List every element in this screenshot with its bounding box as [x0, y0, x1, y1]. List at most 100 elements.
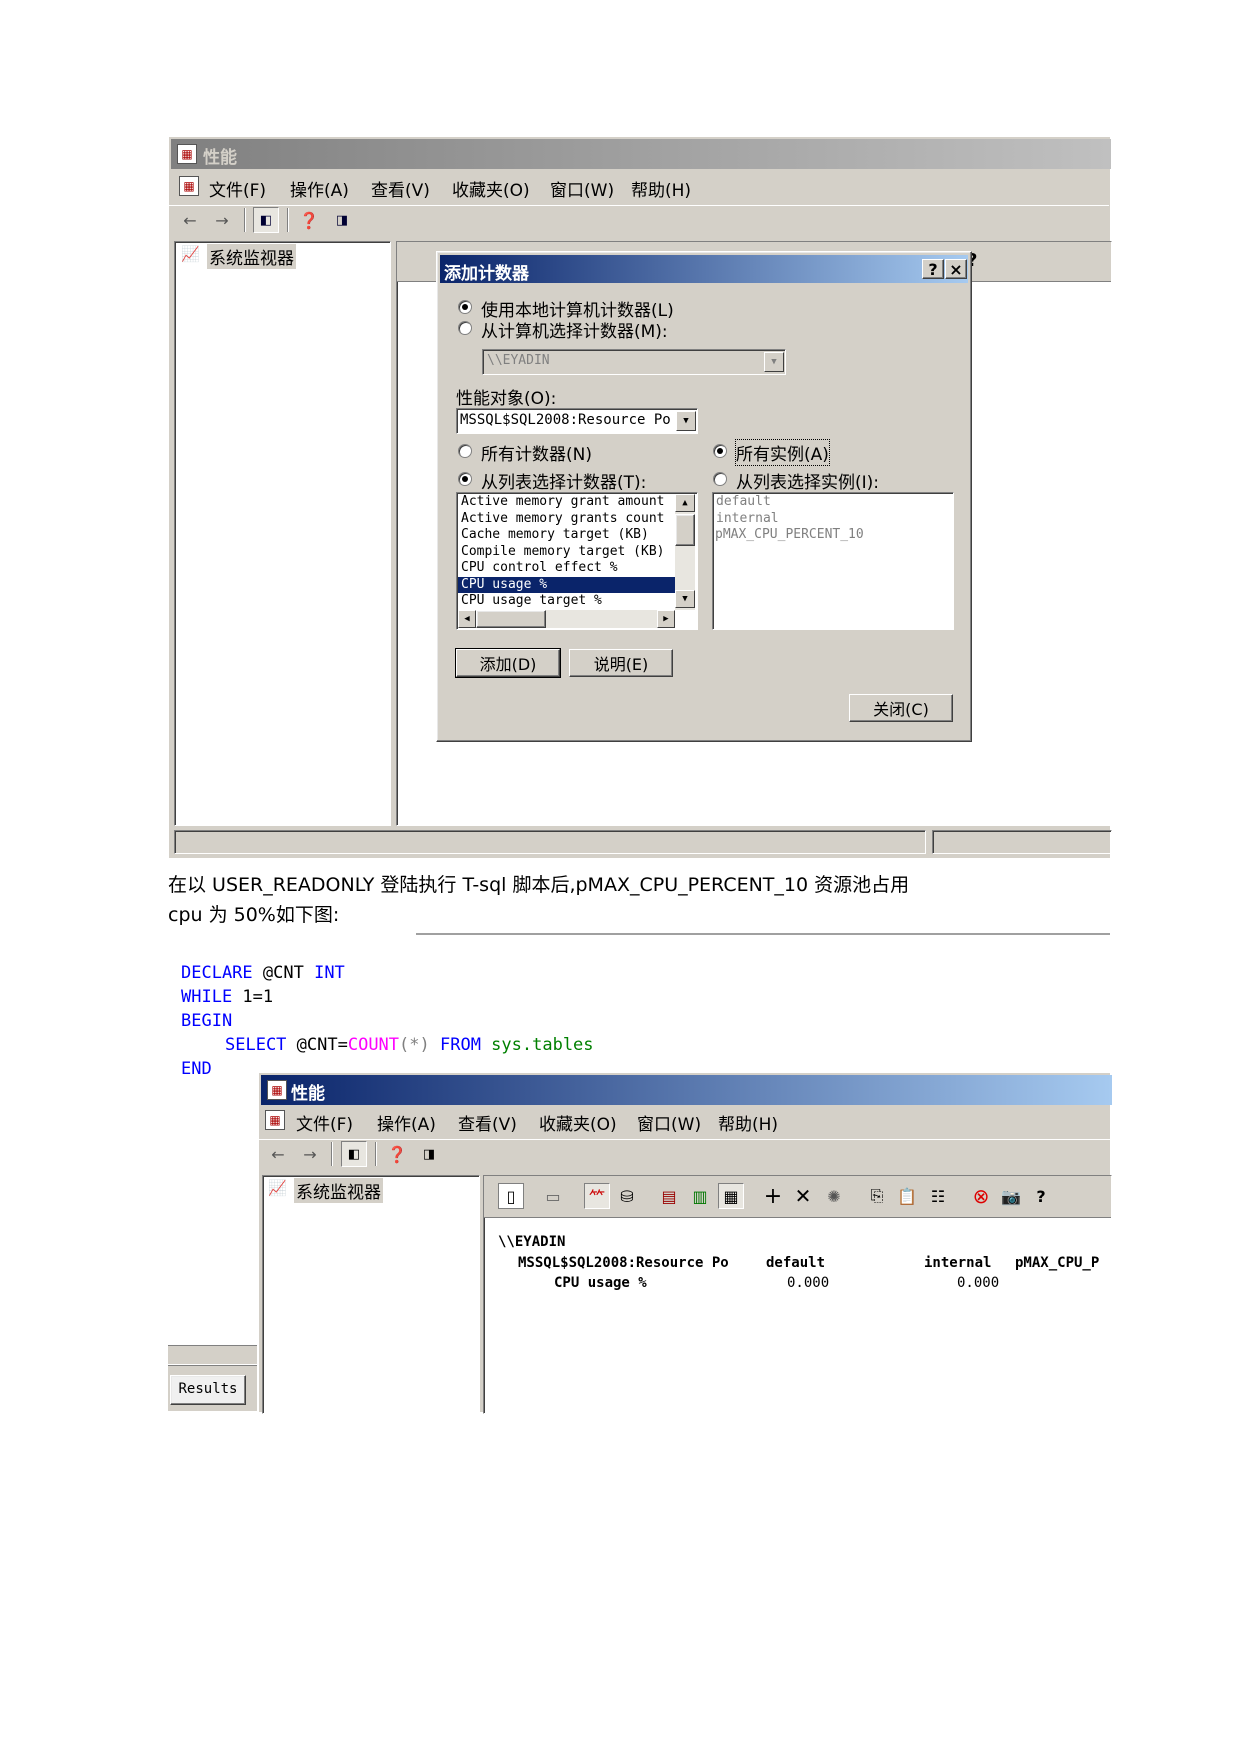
- show-tree-icon[interactable]: ◧: [341, 1141, 367, 1167]
- copy-properties-icon[interactable]: ⎘: [864, 1183, 890, 1209]
- radio-list-counters[interactable]: [458, 472, 472, 486]
- results-tab[interactable]: Results: [170, 1375, 246, 1405]
- help-topic-icon[interactable]: ❓: [384, 1141, 410, 1167]
- toolbar-separator: [244, 208, 246, 232]
- counter-item[interactable]: Compile memory target (KB): [458, 544, 675, 561]
- machine-combo[interactable]: \\EYADIN ▼: [482, 349, 786, 375]
- add-counter-icon[interactable]: +: [760, 1183, 786, 1209]
- menu-view[interactable]: 查看(V): [371, 176, 430, 201]
- dialog-help-button[interactable]: ?: [922, 259, 944, 279]
- scroll-left-icon[interactable]: ◀: [458, 610, 476, 628]
- bottom-tree-item-system-monitor[interactable]: 系统监视器: [294, 1178, 383, 1203]
- radio-all-counters[interactable]: [458, 444, 472, 458]
- counter-item[interactable]: Cache memory target (KB): [458, 527, 675, 544]
- scroll-right-icon[interactable]: ▶: [657, 610, 675, 628]
- back-arrow-icon[interactable]: ←: [265, 1141, 291, 1167]
- instance-item[interactable]: internal: [713, 511, 953, 528]
- report-counter: CPU usage %: [554, 1275, 647, 1291]
- scroll-down-icon[interactable]: ▼: [675, 590, 695, 608]
- view-report-icon[interactable]: ▦: [718, 1183, 744, 1209]
- delete-counter-icon[interactable]: ✕: [790, 1183, 816, 1209]
- sql-keyword: SELECT: [225, 1035, 287, 1055]
- menu-file[interactable]: 文件(F): [296, 1110, 353, 1135]
- close-button[interactable]: 关闭(C): [849, 694, 953, 722]
- highlight-icon[interactable]: ✺: [821, 1183, 847, 1209]
- view-current-activity-icon[interactable]: ⺮: [584, 1183, 610, 1209]
- menu-favorites[interactable]: 收藏夹(O): [539, 1110, 617, 1135]
- view-histogram-icon[interactable]: ▥: [687, 1183, 713, 1209]
- instance-item[interactable]: pMAX_CPU_PERCENT_10: [713, 527, 953, 544]
- instance-item[interactable]: default: [713, 494, 953, 511]
- menu-help[interactable]: 帮助(H): [631, 176, 691, 201]
- freeze-display-icon[interactable]: ⊗: [968, 1183, 994, 1209]
- radio-select-machine[interactable]: [458, 321, 472, 335]
- top-status-bar: [174, 830, 1112, 855]
- clear-display-icon[interactable]: ▭: [540, 1183, 566, 1209]
- perf-object-label: 性能对象(O):: [456, 389, 557, 409]
- counters-hscroll[interactable]: ◀ ▶: [458, 610, 675, 628]
- top-title-bar[interactable]: ▦ 性能: [171, 139, 1111, 169]
- bottom-title-bar[interactable]: ▦ 性能: [261, 1075, 1112, 1105]
- show-pane-icon[interactable]: ◨: [416, 1141, 442, 1167]
- report-col-default: default: [764, 1255, 826, 1271]
- sysmon-help-icon[interactable]: ?: [1028, 1183, 1054, 1209]
- forward-arrow-icon[interactable]: →: [209, 207, 235, 233]
- report-col-pmax: pMAX_CPU_P: [1015, 1255, 1100, 1271]
- counters-vscroll[interactable]: ▲ ▼: [675, 494, 695, 610]
- forward-arrow-icon[interactable]: →: [297, 1141, 323, 1167]
- instances-listbox[interactable]: default internal pMAX_CPU_PERCENT_10: [712, 492, 954, 630]
- sql-args: (*): [399, 1035, 430, 1055]
- counter-item[interactable]: Active memory grants count: [458, 511, 675, 528]
- sql-line-4: SELECT @CNT=COUNT(*) FROM sys.tables: [225, 1035, 594, 1055]
- dialog-title: 添加计数器: [444, 264, 529, 284]
- perf-object-combo[interactable]: MSSQL$SQL2008:Resource Po ▼: [456, 408, 698, 434]
- radio-select-machine-label: 从计算机选择计数器(M):: [481, 322, 668, 342]
- dialog-close-button[interactable]: ×: [945, 259, 967, 279]
- counters-list-viewport: Active memory grant amount Active memory…: [458, 494, 675, 610]
- top-menu-bar: ▦ 文件(F) 操作(A) 查看(V) 收藏夹(O) 窗口(W) 帮助(H): [169, 173, 1109, 201]
- scroll-up-icon[interactable]: ▲: [675, 494, 695, 512]
- scroll-thumb[interactable]: [675, 514, 695, 546]
- counters-listbox[interactable]: Active memory grant amount Active memory…: [456, 492, 698, 630]
- show-pane-icon[interactable]: ◨: [329, 207, 355, 233]
- menu-action[interactable]: 操作(A): [377, 1110, 436, 1135]
- sql-keyword: WHILE: [181, 987, 233, 1007]
- explain-button[interactable]: 说明(E): [569, 649, 673, 677]
- chevron-down-icon: ▼: [676, 411, 696, 431]
- dialog-title-bar[interactable]: 添加计数器 ? ×: [440, 255, 968, 284]
- counter-item[interactable]: CPU usage target %: [458, 593, 675, 610]
- add-button[interactable]: 添加(D): [455, 648, 561, 678]
- top-window-title: 性能: [203, 148, 237, 168]
- menu-help[interactable]: 帮助(H): [718, 1110, 778, 1135]
- radio-local-counters[interactable]: [458, 300, 472, 314]
- menu-view[interactable]: 查看(V): [458, 1110, 517, 1135]
- show-tree-icon[interactable]: ◧: [253, 207, 279, 233]
- counter-item[interactable]: CPU control effect %: [458, 560, 675, 577]
- new-counter-set-icon[interactable]: ▯: [498, 1183, 524, 1209]
- properties-icon[interactable]: ☷: [925, 1183, 951, 1209]
- add-counter-dialog: 添加计数器 ? × 使用本地计算机计数器(L) 从计算机选择计数器(M): \\…: [436, 251, 972, 742]
- paste-counter-list-icon[interactable]: 📋: [894, 1183, 920, 1209]
- view-graph-icon[interactable]: ▤: [656, 1183, 682, 1209]
- report-col-internal: internal: [924, 1255, 992, 1271]
- counter-item-selected[interactable]: CPU usage %: [458, 576, 675, 593]
- radio-all-counters-label: 所有计数器(N): [481, 445, 592, 465]
- help-topic-icon[interactable]: ❓: [296, 207, 322, 233]
- counter-item[interactable]: Active memory grant amount: [458, 494, 675, 511]
- back-arrow-icon[interactable]: ←: [177, 207, 203, 233]
- view-log-data-icon[interactable]: ⛁: [614, 1183, 640, 1209]
- top-tree-item-system-monitor[interactable]: 系统监视器: [207, 244, 296, 269]
- radio-all-instances-label: 所有实例(A): [735, 439, 830, 466]
- scroll-thumb[interactable]: [476, 610, 546, 628]
- status-cell: [174, 830, 926, 854]
- menu-action[interactable]: 操作(A): [290, 176, 349, 201]
- update-data-icon[interactable]: 📷: [998, 1183, 1024, 1209]
- bottom-menu-bar: ▦ 文件(F) 操作(A) 查看(V) 收藏夹(O) 窗口(W) 帮助(H): [259, 1107, 1110, 1135]
- radio-list-instances[interactable]: [713, 472, 727, 486]
- menu-window[interactable]: 窗口(W): [637, 1110, 701, 1135]
- menu-window[interactable]: 窗口(W): [550, 176, 614, 201]
- body-paragraph-line2: cpu 为 50%如下图:: [168, 904, 340, 926]
- radio-all-instances[interactable]: [713, 444, 727, 458]
- menu-file[interactable]: 文件(F): [209, 176, 266, 201]
- menu-favorites[interactable]: 收藏夹(O): [452, 176, 530, 201]
